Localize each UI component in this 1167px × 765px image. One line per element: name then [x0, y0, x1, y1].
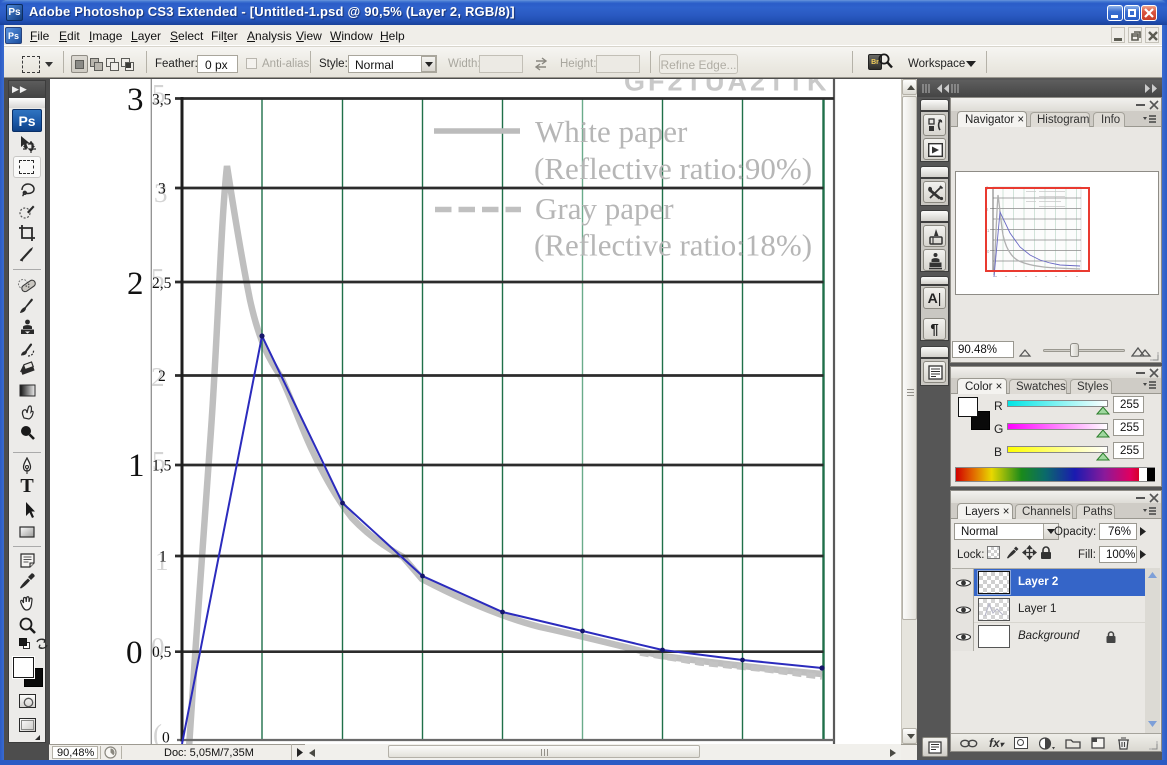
svg-text:1: 1: [159, 549, 167, 566]
svg-text:3,5: 3,5: [152, 92, 172, 109]
svg-text:0: 0: [126, 635, 143, 671]
svg-text:2,5: 2,5: [152, 275, 172, 292]
svg-text:White paper: White paper: [535, 114, 688, 149]
svg-text:0,5: 0,5: [152, 644, 172, 661]
svg-text:3: 3: [158, 181, 166, 198]
svg-text:(Reflective ratio:90%): (Reflective ratio:90%): [534, 151, 812, 186]
svg-text:2: 2: [158, 368, 166, 385]
svg-text:1: 1: [128, 448, 145, 484]
svg-text:GF2TUA2TTK: GF2TUA2TTK: [624, 79, 830, 97]
svg-text:(: (: [153, 719, 162, 744]
svg-text:0: 0: [162, 730, 170, 745]
svg-text:1,5: 1,5: [152, 458, 172, 475]
svg-text:(Reflective ratio:18%): (Reflective ratio:18%): [534, 228, 812, 263]
svg-text:2: 2: [127, 266, 144, 302]
svg-text:3: 3: [127, 82, 144, 118]
svg-text:Gray paper: Gray paper: [535, 191, 674, 226]
